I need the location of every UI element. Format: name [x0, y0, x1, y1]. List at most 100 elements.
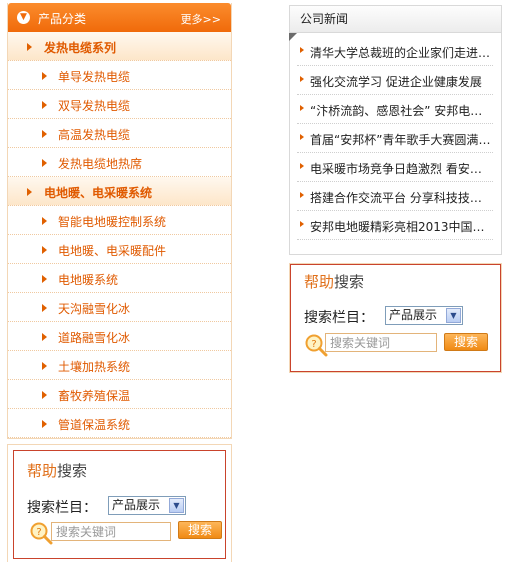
search-column-select[interactable]: 产品展示 ▼	[108, 496, 186, 515]
category-item[interactable]: 电地暖、电采暖配件	[8, 235, 231, 264]
product-category-panel: ▼ 产品分类 更多>> 发热电缆系列单导发热电缆 双导发热电缆 高温发热电缆 发热电缆…	[7, 3, 232, 439]
category-label[interactable]: 单导发热电缆	[58, 68, 130, 85]
category-label[interactable]: 电地暖、电采暖配件	[58, 242, 166, 259]
category-label[interactable]: 电地暖系统	[58, 271, 118, 288]
news-link[interactable]: 首届“安邦杯”青年歌手大赛圆满落幕	[310, 131, 493, 148]
category-item[interactable]: 发热电缆地热席	[8, 148, 231, 177]
news-link[interactable]: 搭建合作交流平台 分享科技技术成果	[310, 189, 493, 206]
news-link[interactable]: 电采暖市场竞争日趋激烈 看安邦如何	[310, 160, 493, 177]
category-label[interactable]: 智能电地暖控制系统	[58, 213, 166, 230]
news-item[interactable]: 安邦电地暖精彩亮相2013中国供热展	[297, 211, 493, 240]
help-search-panel-left: 帮助搜索 搜索栏目： 产品展示 ▼ ? 搜索	[7, 444, 232, 562]
arrow-right-icon	[42, 362, 47, 370]
category-item[interactable]: 管道保温系统	[8, 409, 231, 438]
category-item[interactable]: 天沟融雪化冰	[8, 293, 231, 322]
product-category-header: ▼ 产品分类 更多>>	[8, 3, 231, 32]
chevron-down-icon[interactable]: ▼	[169, 498, 184, 513]
news-link[interactable]: 清华大学总裁班的企业家们走进安邦	[310, 44, 493, 61]
arrow-right-icon	[300, 47, 304, 53]
magnifier-icon: ?	[30, 522, 53, 545]
svg-text:?: ?	[311, 339, 316, 350]
more-link[interactable]: 更多>>	[181, 11, 221, 27]
category-item[interactable]: 电地暖系统	[8, 264, 231, 293]
company-news-title: 公司新闻	[290, 6, 501, 33]
category-item[interactable]: 高温发热电缆	[8, 119, 231, 148]
arrow-right-icon	[300, 105, 304, 111]
search-input[interactable]	[325, 333, 437, 352]
category-label[interactable]: 土壤加热系统	[58, 358, 130, 375]
search-column-selected: 产品展示	[112, 498, 161, 512]
chevron-down-icon[interactable]: ▼	[446, 308, 461, 323]
search-column-select[interactable]: 产品展示 ▼	[385, 306, 463, 325]
arrow-right-icon	[42, 130, 47, 138]
arrow-right-icon	[42, 101, 47, 109]
arrow-right-icon	[300, 221, 304, 227]
help-title-part1: 帮助	[27, 462, 58, 480]
news-item[interactable]: 搭建合作交流平台 分享科技技术成果	[297, 182, 493, 211]
arrow-right-icon	[42, 304, 47, 312]
news-item[interactable]: 清华大学总裁班的企业家们走进安邦	[297, 37, 493, 66]
arrow-right-icon	[300, 163, 304, 169]
arrow-right-icon	[300, 134, 304, 140]
category-item[interactable]: 道路融雪化冰	[8, 322, 231, 351]
category-label[interactable]: 高温发热电缆	[58, 126, 130, 143]
help-search-box: 帮助搜索 搜索栏目： 产品展示 ▼ ? 搜索	[290, 264, 501, 372]
help-search-panel-right: 帮助搜索 搜索栏目： 产品展示 ▼ ? 搜索	[289, 263, 502, 373]
category-label[interactable]: 发热电缆地热席	[58, 155, 142, 172]
search-input[interactable]	[51, 522, 171, 541]
category-list: 发热电缆系列单导发热电缆 双导发热电缆 高温发热电缆 发热电缆地热席 电地暖、电采暖系统…	[8, 32, 231, 438]
left-column: ▼ 产品分类 更多>> 发热电缆系列单导发热电缆 双导发热电缆 高温发热电缆 发热电缆…	[7, 3, 232, 562]
news-item[interactable]: 首届“安邦杯”青年歌手大赛圆满落幕	[297, 124, 493, 153]
arrow-right-icon	[42, 72, 47, 80]
category-item[interactable]: 单导发热电缆	[8, 61, 231, 90]
category-item[interactable]: 双导发热电缆	[8, 90, 231, 119]
right-column: 公司新闻 清华大学总裁班的企业家们走进安邦 强化交流学习 促进企业健康发展 “汴桥流…	[289, 5, 502, 373]
news-list: 清华大学总裁班的企业家们走进安邦 强化交流学习 促进企业健康发展 “汴桥流韵、感恩社…	[290, 33, 501, 240]
help-title-part1: 帮助	[304, 273, 335, 291]
help-search-title: 帮助搜索	[27, 460, 87, 481]
category-group[interactable]: 电地暖、电采暖系统	[8, 177, 231, 206]
category-item[interactable]: 土壤加热系统	[8, 351, 231, 380]
news-item[interactable]: 电采暖市场竞争日趋激烈 看安邦如何	[297, 153, 493, 182]
corner-fold-icon	[289, 33, 297, 41]
arrow-right-icon	[300, 76, 304, 82]
category-label[interactable]: 天沟融雪化冰	[58, 300, 130, 317]
news-item[interactable]: 强化交流学习 促进企业健康发展	[297, 66, 493, 95]
help-search-box: 帮助搜索 搜索栏目： 产品展示 ▼ ? 搜索	[13, 450, 226, 559]
svg-text:?: ?	[36, 527, 41, 538]
company-news-panel: 公司新闻 清华大学总裁班的企业家们走进安邦 强化交流学习 促进企业健康发展 “汴桥流…	[289, 5, 502, 255]
category-group[interactable]: 发热电缆系列	[8, 32, 231, 61]
category-label[interactable]: 电地暖、电采暖系统	[44, 184, 152, 201]
help-search-title: 帮助搜索	[304, 271, 364, 292]
arrow-right-icon	[27, 43, 32, 51]
search-button[interactable]: 搜索	[178, 521, 222, 539]
category-item[interactable]: 智能电地暖控制系统	[8, 206, 231, 235]
help-title-part2: 搜索	[334, 273, 365, 291]
category-label[interactable]: 双导发热电缆	[58, 97, 130, 114]
category-label[interactable]: 畜牧养殖保温	[58, 387, 130, 404]
search-column-selected: 产品展示	[389, 308, 438, 322]
arrow-right-icon	[42, 159, 47, 167]
arrow-right-icon	[300, 192, 304, 198]
arrow-right-icon	[42, 333, 47, 341]
news-link[interactable]: “汴桥流韵、感恩社会” 安邦电地暖	[310, 102, 493, 119]
arrow-right-icon	[42, 217, 47, 225]
news-link[interactable]: 安邦电地暖精彩亮相2013中国供热展	[310, 218, 493, 235]
category-label[interactable]: 发热电缆系列	[44, 39, 116, 56]
category-item[interactable]: 畜牧养殖保温	[8, 380, 231, 409]
category-label[interactable]: 管道保温系统	[58, 416, 130, 433]
arrow-right-icon	[42, 391, 47, 399]
search-column-label: 搜索栏目：	[304, 310, 374, 326]
news-item[interactable]: “汴桥流韵、感恩社会” 安邦电地暖	[297, 95, 493, 124]
arrow-right-icon	[27, 188, 32, 196]
news-link[interactable]: 强化交流学习 促进企业健康发展	[310, 73, 493, 90]
category-label[interactable]: 道路融雪化冰	[58, 329, 130, 346]
chevron-down-icon: ▼	[17, 11, 30, 24]
arrow-right-icon	[42, 275, 47, 283]
arrow-right-icon	[42, 246, 47, 254]
search-button[interactable]: 搜索	[444, 333, 488, 351]
arrow-right-icon	[42, 420, 47, 428]
help-title-part2: 搜索	[57, 462, 88, 480]
product-category-title: 产品分类	[38, 12, 87, 26]
search-column-label: 搜索栏目：	[27, 500, 97, 516]
